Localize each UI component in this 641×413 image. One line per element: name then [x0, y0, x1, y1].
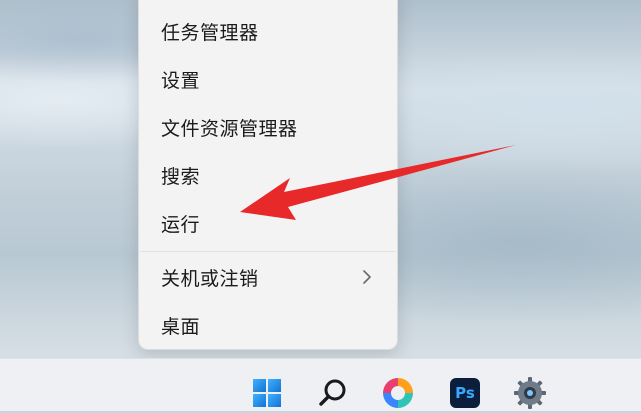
windows-start-icon	[253, 379, 281, 407]
gear-icon	[514, 377, 546, 409]
taskbar-search-button[interactable]	[313, 373, 353, 413]
windows-start-button[interactable]	[247, 373, 287, 413]
menu-item-label: 搜索	[161, 165, 201, 188]
menu-item-shutdown-signout[interactable]: 关机或注销	[139, 255, 397, 299]
menu-item-search[interactable]: 搜索	[139, 153, 397, 197]
chevron-right-icon	[363, 270, 371, 284]
menu-item-file-explorer[interactable]: 文件资源管理器	[139, 105, 397, 149]
taskbar-settings-button[interactable]	[510, 373, 550, 413]
menu-item-label: 关机或注销	[161, 267, 259, 290]
taskbar-app-color-wheel[interactable]	[378, 373, 418, 413]
menu-item-label: 文件资源管理器	[161, 117, 298, 140]
menu-divider	[140, 251, 396, 252]
menu-item-settings[interactable]: 设置	[139, 57, 397, 101]
photoshop-label: Ps	[455, 384, 475, 402]
menu-item-desktop[interactable]: 桌面	[139, 303, 397, 347]
photoshop-icon: Ps	[450, 378, 480, 408]
menu-item-run[interactable]: 运行	[139, 201, 397, 245]
menu-item-label: 设置	[161, 69, 201, 92]
taskbar-photoshop-button[interactable]: Ps	[445, 373, 485, 413]
menu-item-task-manager[interactable]: 任务管理器	[139, 9, 397, 53]
color-wheel-app-icon	[383, 378, 413, 408]
search-icon	[319, 379, 346, 406]
menu-item-label: 任务管理器	[161, 21, 259, 44]
menu-item-label: 运行	[161, 213, 201, 236]
taskbar: Ps	[0, 358, 641, 411]
start-context-menu: 任务管理器 设置 文件资源管理器 搜索 运行 关机或注销 桌面	[138, 0, 398, 350]
menu-item-label: 桌面	[161, 315, 201, 338]
